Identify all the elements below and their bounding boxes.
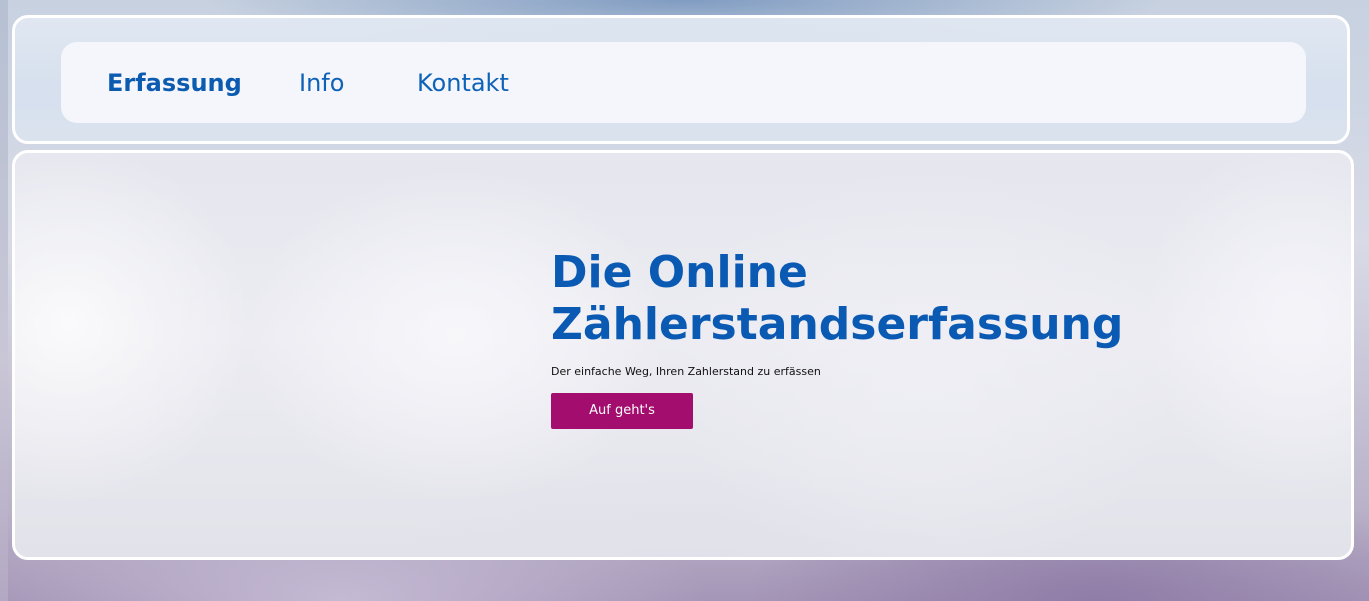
- start-button[interactable]: Auf geht's: [551, 393, 693, 429]
- header-panel: Erfassung Info Kontakt: [12, 15, 1350, 144]
- page-edge: [0, 0, 8, 601]
- nav-item-kontakt[interactable]: Kontakt: [417, 68, 509, 98]
- hero-subtitle: Der einfache Weg, Ihren Zahlerstand zu e…: [551, 365, 821, 378]
- hero-content: Die Online Zählerstandserfassung Der ein…: [551, 247, 1191, 429]
- hero-title: Die Online Zählerstandserfassung: [551, 247, 1191, 351]
- hero-title-line-1: Die Online: [551, 247, 808, 298]
- hero-panel: Die Online Zählerstandserfassung Der ein…: [12, 150, 1354, 560]
- hero-title-line-2: Zählerstandserfassung: [551, 299, 1124, 350]
- nav-item-erfassung[interactable]: Erfassung: [107, 68, 242, 98]
- main-navigation: Erfassung Info Kontakt: [61, 42, 1306, 123]
- nav-item-info[interactable]: Info: [299, 68, 344, 98]
